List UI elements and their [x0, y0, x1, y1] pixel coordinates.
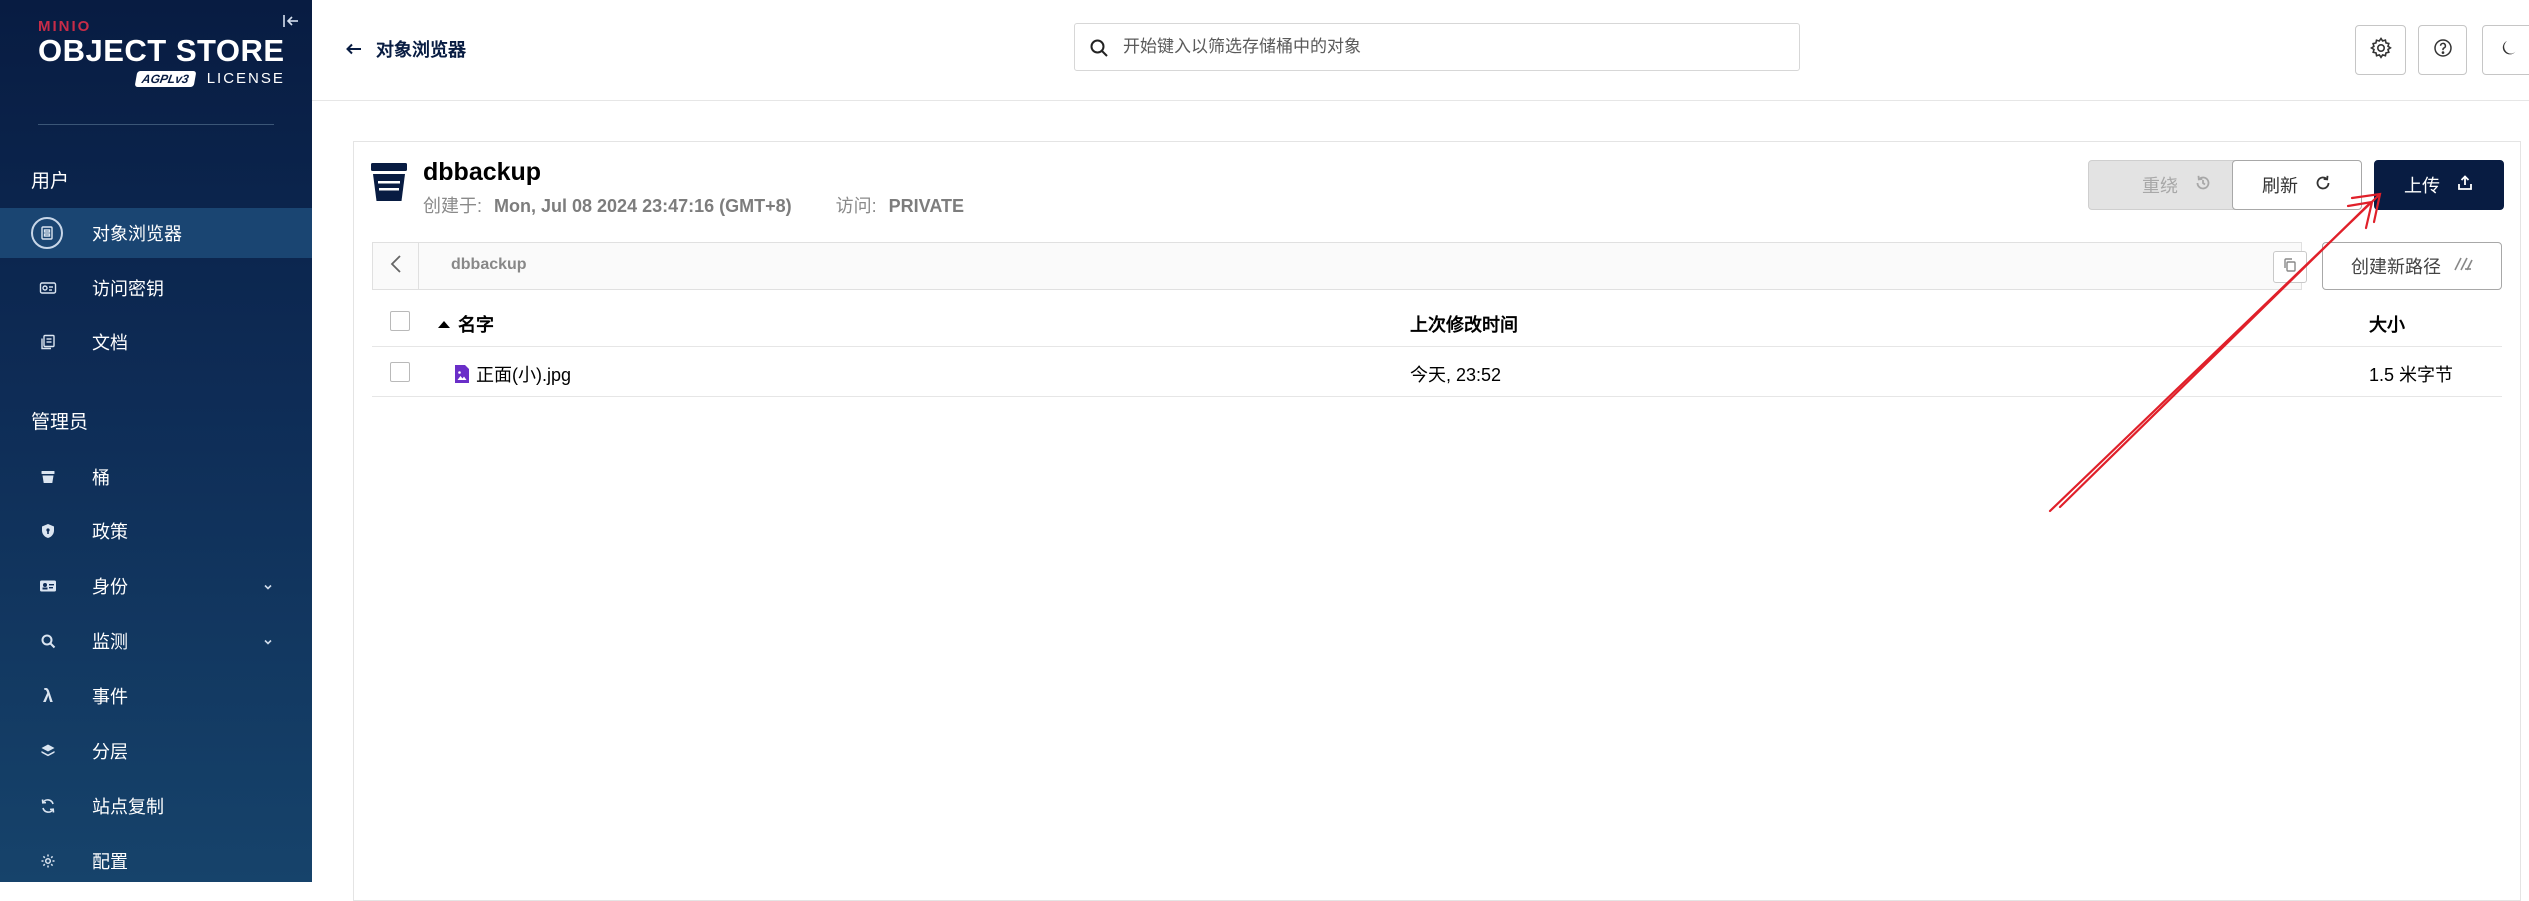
created-value: Mon, Jul 08 2024 23:47:16 (GMT+8): [494, 196, 792, 216]
bucket-panel: dbbackup 创建于: Mon, Jul 08 2024 23:47:16 (…: [353, 141, 2521, 901]
chevron-down-icon[interactable]: [262, 635, 274, 647]
object-size: 1.5 米字节: [2369, 365, 2454, 385]
object-modified: 今天, 23:52: [1410, 365, 1502, 385]
sidebar-item-events[interactable]: λ 事件: [0, 671, 312, 721]
lambda-icon: λ: [42, 685, 53, 706]
sidebar-item-label: 站点复制: [92, 797, 164, 817]
column-header-name[interactable]: 名字: [438, 311, 494, 337]
new-path-icon: [2453, 256, 2473, 277]
sidebar-item-label: 配置: [92, 852, 128, 872]
sidebar-item-identity[interactable]: 身份: [0, 561, 312, 611]
object-search: [1074, 23, 1800, 71]
settings-button[interactable]: [2355, 25, 2406, 75]
docs-icon: [38, 332, 58, 352]
bucket-icon: [38, 467, 58, 487]
column-header-size[interactable]: 大小: [2369, 311, 2405, 337]
sidebar-item-configuration[interactable]: 配置: [0, 836, 312, 882]
column-header-modified[interactable]: 上次修改时间: [1410, 311, 1518, 337]
sidebar-item-label: 政策: [92, 522, 128, 542]
row-checkbox[interactable]: [390, 362, 410, 382]
gear-icon: [38, 851, 58, 871]
sync-icon: [38, 796, 58, 816]
browser-icon: [31, 217, 63, 249]
object-name: 正面(小).jpg: [476, 365, 572, 385]
help-button[interactable]: [2418, 25, 2467, 75]
path-breadcrumb-bar: dbbackup: [372, 242, 2307, 290]
sidebar-item-label: 分层: [92, 742, 128, 762]
license-row: AGPLv3 LICENSE: [134, 70, 285, 87]
monitor-icon: [38, 631, 58, 651]
search-icon: [1089, 38, 1109, 58]
breadcrumb-path[interactable]: dbbackup: [451, 256, 527, 274]
refresh-button[interactable]: 刷新: [2232, 160, 2362, 210]
sidebar-item-label: 文档: [92, 333, 128, 353]
refresh-label: 刷新: [2262, 176, 2298, 196]
section-label-user: 用户: [31, 171, 70, 192]
back-label: 对象浏览器: [376, 40, 466, 60]
sidebar-item-site-replication[interactable]: 站点复制: [0, 781, 312, 831]
table-row[interactable]: 正面(小).jpg 今天, 23:52 1.5 米字节: [372, 347, 2502, 397]
table-header: 名字 上次修改时间 大小: [372, 295, 2502, 347]
minio-logo[interactable]: MINIO OBJECT STORE AGPLv3 LICENSE: [38, 18, 288, 98]
history-icon: [2194, 174, 2212, 197]
sidebar-item-label: 身份: [92, 577, 128, 597]
access-value: PRIVATE: [888, 196, 964, 216]
path-back-button[interactable]: [373, 243, 419, 289]
layers-icon: [38, 741, 58, 761]
bucket-name: dbbackup: [423, 158, 542, 186]
create-new-path-button[interactable]: 创建新路径: [2322, 242, 2502, 290]
id-card-icon: [38, 576, 58, 596]
shield-icon: [38, 521, 58, 541]
dark-mode-toggle[interactable]: [2482, 25, 2529, 75]
copy-icon: [2282, 257, 2298, 278]
arrow-left-icon: [346, 39, 362, 60]
object-name-cell: 正面(小).jpg: [454, 361, 571, 389]
sidebar-item-label: 事件: [92, 687, 128, 707]
section-label-admin: 管理员: [31, 412, 89, 433]
sort-asc-icon: [438, 321, 450, 328]
key-icon: [38, 278, 58, 298]
sidebar-item-label: 访问密钥: [92, 279, 164, 299]
upload-icon: [2456, 174, 2474, 197]
brand-product: OBJECT STORE: [38, 33, 285, 68]
chevron-down-icon[interactable]: [262, 580, 274, 592]
license-label: LICENSE: [206, 70, 285, 87]
bucket-meta: 创建于: Mon, Jul 08 2024 23:47:16 (GMT+8) 访问:…: [423, 192, 964, 218]
sidebar-divider: [38, 124, 274, 125]
moon-icon: [2499, 38, 2519, 63]
chevron-left-icon: [390, 254, 402, 279]
access-label: 访问:: [835, 196, 877, 216]
created-label: 创建于:: [423, 196, 483, 216]
gear-icon: [2369, 36, 2393, 65]
sidebar-item-policies[interactable]: 政策: [0, 506, 312, 556]
select-all-checkbox[interactable]: [390, 311, 410, 331]
sidebar-item-access-keys[interactable]: 访问密钥: [0, 263, 312, 313]
sidebar-item-label: 桶: [92, 468, 110, 488]
back-to-object-browser[interactable]: 对象浏览器: [346, 36, 466, 62]
sidebar-item-docs[interactable]: 文档: [0, 317, 312, 367]
sidebar: MINIO OBJECT STORE AGPLv3 LICENSE 用户 对象浏…: [0, 0, 312, 882]
help-icon: [2433, 38, 2453, 63]
sidebar-item-object-browser[interactable]: 对象浏览器: [0, 208, 312, 258]
sidebar-item-label: 对象浏览器: [92, 224, 182, 244]
search-input[interactable]: [1123, 24, 1799, 70]
top-bar: 对象浏览器: [312, 0, 2529, 101]
collapse-sidebar-icon[interactable]: [282, 12, 300, 30]
objects-table: 名字 上次修改时间 大小 正面(小).jpg 今天, 23:52 1.5 米字节: [372, 295, 2502, 397]
sidebar-item-tiering[interactable]: 分层: [0, 726, 312, 776]
upload-label: 上传: [2404, 176, 2440, 196]
sidebar-item-monitoring[interactable]: 监测: [0, 616, 312, 666]
copy-path-button[interactable]: [2273, 251, 2307, 283]
create-path-label: 创建新路径: [2351, 257, 2441, 277]
agpl-badge: AGPLv3: [134, 70, 197, 87]
bucket-icon: [371, 162, 407, 202]
sidebar-item-label: 监测: [92, 632, 128, 652]
sidebar-item-buckets[interactable]: 桶: [0, 452, 312, 502]
image-file-icon: [454, 364, 470, 389]
refresh-icon: [2314, 174, 2332, 197]
upload-button[interactable]: 上传: [2374, 160, 2504, 210]
rewind-label: 重绕: [2142, 176, 2178, 196]
